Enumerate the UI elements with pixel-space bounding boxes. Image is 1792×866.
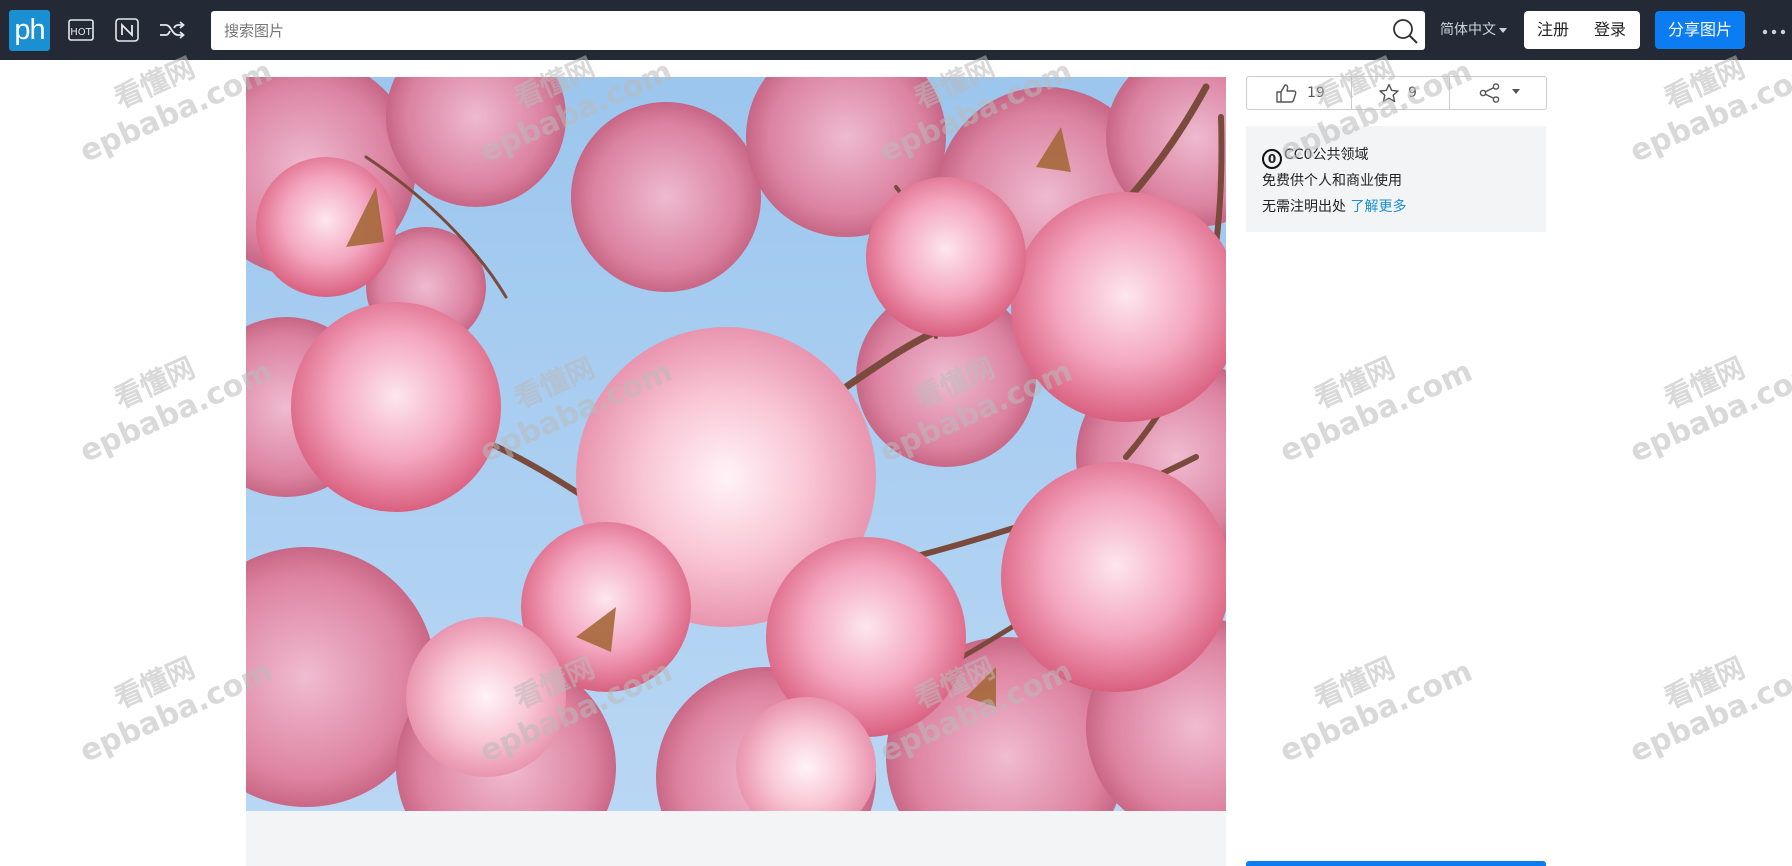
more-options-icon[interactable] — [1762, 24, 1786, 38]
license-title: CC0公共领域 — [1284, 147, 1369, 163]
search-icon[interactable] — [1391, 17, 1419, 45]
favorite-count: 9 — [1408, 85, 1417, 101]
watermark: 看懂网 epbaba.com — [74, 650, 278, 770]
star-icon — [1379, 83, 1399, 103]
license-attribution: 无需注明出处 — [1262, 199, 1346, 215]
hot-icon[interactable]: HOT — [66, 16, 96, 44]
photo-actions: 19 9 — [1246, 76, 1547, 110]
auth-buttons: 注册 登录 — [1524, 11, 1640, 49]
shuffle-icon[interactable] — [157, 16, 187, 44]
site-logo[interactable]: ph — [9, 10, 50, 51]
download-button[interactable] — [1246, 861, 1546, 866]
like-button[interactable]: 19 — [1247, 77, 1351, 109]
language-selector[interactable]: 简体中文 — [1440, 19, 1507, 41]
language-label: 简体中文 — [1440, 22, 1496, 38]
search-input[interactable] — [211, 11, 1381, 50]
watermark: 看懂网 epbaba.com — [1624, 350, 1792, 470]
license-usage: 免费供个人和商业使用 — [1262, 173, 1402, 189]
cherry-blossom-image — [246, 77, 1226, 811]
share-menu-button[interactable] — [1449, 77, 1546, 109]
chevron-down-icon — [1499, 27, 1507, 33]
search-bar — [211, 11, 1425, 50]
new-icon[interactable] — [112, 16, 142, 44]
watermark: 看懂网 epbaba.com — [74, 350, 278, 470]
watermark: 看懂网 epbaba.com — [1274, 650, 1478, 770]
main-photo[interactable] — [246, 77, 1226, 811]
top-navigation-bar: ph HOT 简体中文 注册 登录 分享图片 — [0, 0, 1792, 60]
chevron-down-icon — [1512, 89, 1520, 94]
license-title-row: 0 CC0公共领域 — [1262, 142, 1546, 169]
photo-info-panel — [246, 811, 1226, 866]
cc0-icon: 0 — [1262, 149, 1282, 169]
watermark: 看懂网 epbaba.com — [1274, 350, 1478, 470]
register-button[interactable]: 注册 — [1537, 11, 1569, 49]
login-button[interactable]: 登录 — [1594, 11, 1626, 49]
learn-more-link[interactable]: 了解更多 — [1350, 199, 1406, 215]
share-image-button[interactable]: 分享图片 — [1655, 11, 1745, 49]
favorite-button[interactable]: 9 — [1351, 77, 1449, 109]
license-panel: 0 CC0公共领域 免费供个人和商业使用 无需注明出处 了解更多 — [1246, 126, 1546, 232]
thumbs-up-icon — [1276, 84, 1297, 103]
svg-text:HOT: HOT — [70, 27, 92, 38]
watermark: 看懂网 epbaba.com — [1624, 650, 1792, 770]
share-icon — [1479, 83, 1500, 103]
like-count: 19 — [1307, 85, 1325, 101]
license-attribution-row: 无需注明出处 了解更多 — [1262, 194, 1546, 220]
